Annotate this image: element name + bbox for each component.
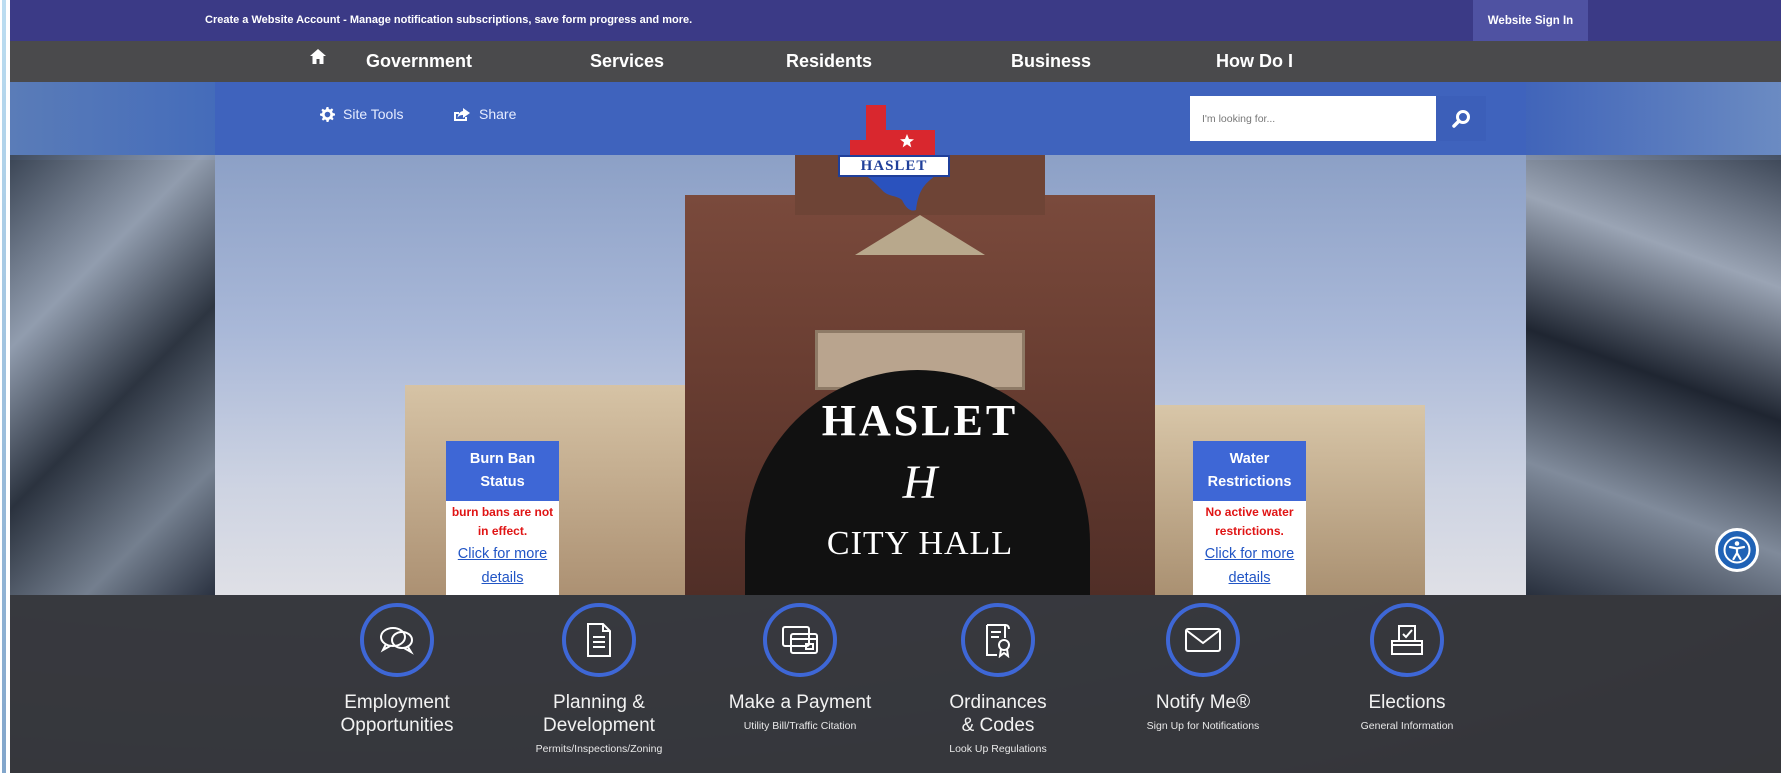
quick-link-planning[interactable]: Planning & Development Permits/Inspectio… [504,603,694,755]
awning-text-bottom: CITY HALL [826,525,1014,562]
accessibility-button[interactable] [1715,528,1759,572]
certificate-icon [961,603,1035,677]
burn-ban-title-line2: Status [480,474,525,490]
nav-business[interactable]: Business [1011,51,1091,72]
search-input[interactable] [1190,96,1436,141]
planning-title: Planning & Development [504,691,694,737]
employment-title-line2: Opportunities [340,715,454,736]
burn-ban-heading: Burn Ban Status [446,441,559,501]
quick-link-elections[interactable]: Elections General Information [1312,603,1502,732]
water-link-line2: details [1228,570,1271,586]
water-title-line2: Restrictions [1207,474,1292,490]
ordinances-title-line2: & Codes [961,715,1035,736]
elections-subtitle: General Information [1360,720,1454,732]
burn-ban-link-line2: details [481,570,524,586]
share-icon [454,107,470,121]
elections-title: Elections [1368,692,1446,713]
home-icon[interactable] [309,48,329,70]
employment-title: Employment Opportunities [302,691,492,737]
employment-title-line1: Employment [344,692,450,713]
create-account-link[interactable]: Create a Website Account - Manage notifi… [205,14,692,26]
ballot-box-icon [1370,603,1444,677]
site-tools-button[interactable]: Site Tools [320,106,403,122]
water-message-line1: No active water [1205,505,1294,519]
quick-link-payment[interactable]: Make a Payment Utility Bill/Traffic Cita… [705,603,895,732]
awning-text-middle: H [902,456,938,509]
search-button[interactable] [1436,96,1486,141]
ordinances-title-line1: Ordinances [949,692,1047,713]
search-icon [1452,109,1470,128]
water-link-line1: Click for more [1204,546,1295,562]
nav-residents[interactable]: Residents [786,51,872,72]
ordinances-title: Ordinances & Codes [903,691,1093,737]
water-restrictions-status-card: Water Restrictions No active water restr… [1193,441,1306,595]
burn-ban-status-card: Burn Ban Status burn bans are not in eff… [446,441,559,595]
quick-link-ordinances[interactable]: Ordinances & Codes Look Up Regulations [903,603,1093,755]
share-button[interactable]: Share [453,106,516,122]
envelope-icon [1166,603,1240,677]
quick-link-notify-me[interactable]: Notify Me® Sign Up for Notifications [1108,603,1298,732]
water-restrictions-message: No active water restrictions. [1193,501,1306,541]
site-tools-label: Site Tools [343,106,404,122]
nav-how-do-i[interactable]: How Do I [1216,51,1293,72]
left-edge-strip [0,0,10,773]
gear-icon [320,106,335,122]
planning-subtitle: Permits/Inspections/Zoning [535,743,663,755]
burn-ban-title-line1: Burn Ban [469,451,536,467]
planning-title-line2: Development [543,715,655,736]
awning-text-top: HASLET [821,396,1019,445]
water-restrictions-details-link[interactable]: Click for more details [1193,541,1306,590]
account-bar: Create a Website Account - Manage notifi… [10,0,1781,41]
quick-link-employment[interactable]: Employment Opportunities [302,603,492,737]
website-sign-in-button[interactable]: Website Sign In [1473,0,1588,41]
payment-title: Make a Payment [728,692,872,713]
background-foliage-left [10,155,215,595]
main-navigation: Government Services Residents Business H… [10,41,1781,82]
haslet-logo[interactable]: HASLET [830,100,960,225]
burn-ban-link-line1: Click for more [457,546,548,562]
burn-ban-message-line1: burn bans are not [451,505,554,519]
credit-card-icon [763,603,837,677]
document-icon [562,603,636,677]
notify-me-title: Notify Me® [1155,692,1251,713]
planning-title-line1: Planning & [553,692,645,713]
nav-services[interactable]: Services [590,51,664,72]
logo-text: HASLET [838,155,950,177]
burn-ban-message: burn bans are not in effect. [446,501,559,541]
water-title-line1: Water [1229,451,1270,467]
chat-bubbles-icon [360,603,434,677]
share-label: Share [479,106,517,122]
burn-ban-details-link[interactable]: Click for more details [446,541,559,590]
payment-subtitle: Utility Bill/Traffic Citation [743,720,857,732]
water-message-line2: restrictions. [1215,524,1284,538]
notify-me-subtitle: Sign Up for Notifications [1146,720,1260,732]
nav-government[interactable]: Government [366,51,472,72]
burn-ban-message-line2: in effect. [477,524,528,538]
accessibility-icon [1723,536,1751,564]
quick-links-band: Employment Opportunities Planning & Deve… [10,595,1781,773]
ordinances-subtitle: Look Up Regulations [949,743,1047,755]
water-restrictions-heading: Water Restrictions [1193,441,1306,501]
